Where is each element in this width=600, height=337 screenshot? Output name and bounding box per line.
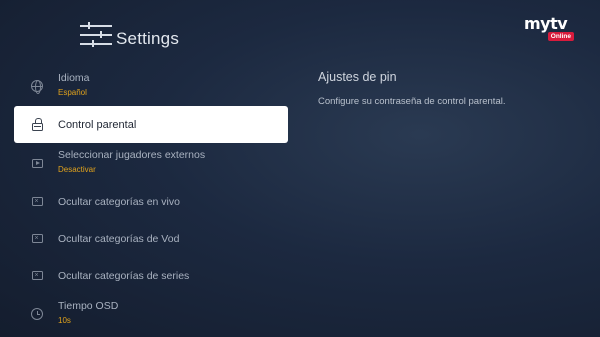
clock-icon [30,307,44,321]
app-logo: mytv Online [524,16,574,44]
menu-item-label: Tiempo OSD [58,300,119,312]
menu-item-control-parental[interactable]: Control parental [14,106,288,143]
menu-item-label: Ocultar categorías en vivo [58,195,180,208]
menu-item-ocultar-vod[interactable]: × Ocultar categorías de Vod [14,220,288,257]
settings-sliders-icon [80,20,114,48]
play-icon [30,156,44,170]
detail-panel: Ajustes de pin Configure su contraseña d… [318,70,578,107]
online-badge: Online [547,32,574,41]
menu-item-value: Español [58,88,87,97]
lock-icon [30,117,44,132]
detail-description: Configure su contraseña de control paren… [318,96,506,107]
menu-item-idioma[interactable]: Idioma Español [14,66,288,106]
menu-item-label: Idioma [58,72,90,84]
hide-icon: × [30,269,44,283]
menu-item-tiempo-osd[interactable]: Tiempo OSD 10s [14,294,288,334]
menu-item-ocultar-series[interactable]: × Ocultar categorías de series [14,257,288,294]
logo-text: mytv [524,14,568,33]
menu-item-value: 10s [58,316,71,325]
hide-icon: × [30,195,44,209]
menu-item-label: Control parental [58,118,137,131]
menu-item-label: Ocultar categorías de series [58,269,190,282]
page-title: Settings [116,29,180,48]
settings-header: Settings [80,14,179,54]
menu-item-label: Seleccionar jugadores externos [58,149,206,161]
menu-item-ocultar-vivo[interactable]: × Ocultar categorías en vivo [14,183,288,220]
settings-menu: Idioma Español Control parental Seleccio… [14,66,288,334]
menu-item-jugadores-externos[interactable]: Seleccionar jugadores externos Desactiva… [14,143,288,183]
hide-icon: × [30,232,44,246]
detail-title: Ajustes de pin [318,70,397,84]
globe-icon [30,79,44,94]
menu-item-label: Ocultar categorías de Vod [58,232,180,245]
menu-item-value: Desactivar [58,165,96,174]
